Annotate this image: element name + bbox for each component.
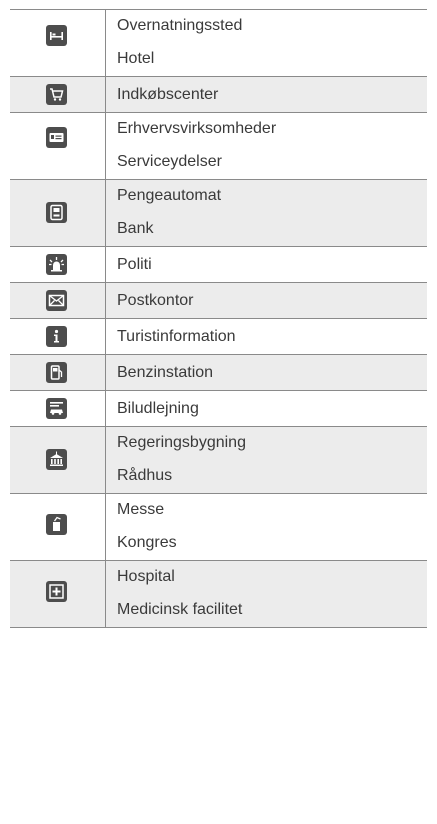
car-rental-icon: [46, 398, 67, 419]
row-label-secondary: Hotel: [117, 50, 155, 67]
row-label-primary: Biludlejning: [117, 400, 199, 417]
table-row: Benzinstation: [10, 354, 427, 390]
table-row: Erhvervsvirksomheder Serviceydelser: [10, 112, 427, 179]
row-label-secondary: Medicinsk facilitet: [117, 601, 243, 618]
table-row: Politi: [10, 246, 427, 282]
row-label-primary: Benzinstation: [117, 364, 214, 381]
police-light-icon: [46, 254, 67, 275]
row-label-primary: Politi: [117, 256, 152, 273]
atm-icon: [46, 202, 67, 223]
table-row: Biludlejning: [10, 390, 427, 426]
row-label-secondary: Kongres: [117, 534, 177, 551]
row-label-secondary: Rådhus: [117, 467, 173, 484]
bed-icon: [46, 25, 67, 46]
table-row: Postkontor: [10, 282, 427, 318]
row-label-primary: Hospital: [117, 568, 175, 585]
shopping-cart-icon: [46, 84, 67, 105]
table-row: Regeringsbygning Rådhus: [10, 426, 427, 493]
business-card-icon: [46, 127, 67, 148]
table-row: Overnatningssted Hotel: [10, 9, 427, 76]
row-label-secondary: Bank: [117, 220, 154, 237]
row-label-primary: Erhvervsvirksomheder: [117, 120, 277, 137]
government-building-icon: [46, 449, 67, 470]
row-label-primary: Overnatningssted: [117, 17, 243, 34]
row-label-primary: Messe: [117, 501, 165, 518]
fuel-pump-icon: [46, 362, 67, 383]
poi-symbol-table: Overnatningssted Hotel Indkøbscenter Erh…: [10, 9, 427, 628]
info-icon: [46, 326, 67, 347]
table-row: Indkøbscenter: [10, 76, 427, 112]
row-label-primary: Pengeautomat: [117, 187, 222, 204]
row-label-primary: Postkontor: [117, 292, 194, 309]
row-label-primary: Turistinformation: [117, 328, 236, 345]
row-label-primary: Regeringsbygning: [117, 434, 246, 451]
envelope-icon: [46, 290, 67, 311]
table-row: Messe Kongres: [10, 493, 427, 560]
table-row: Turistinformation: [10, 318, 427, 354]
hospital-cross-icon: [46, 581, 67, 602]
exhibition-icon: [46, 514, 67, 535]
row-label-primary: Indkøbscenter: [117, 86, 219, 103]
table-row: Hospital Medicinsk facilitet: [10, 560, 427, 628]
table-row: Pengeautomat Bank: [10, 179, 427, 246]
row-label-secondary: Serviceydelser: [117, 153, 222, 170]
